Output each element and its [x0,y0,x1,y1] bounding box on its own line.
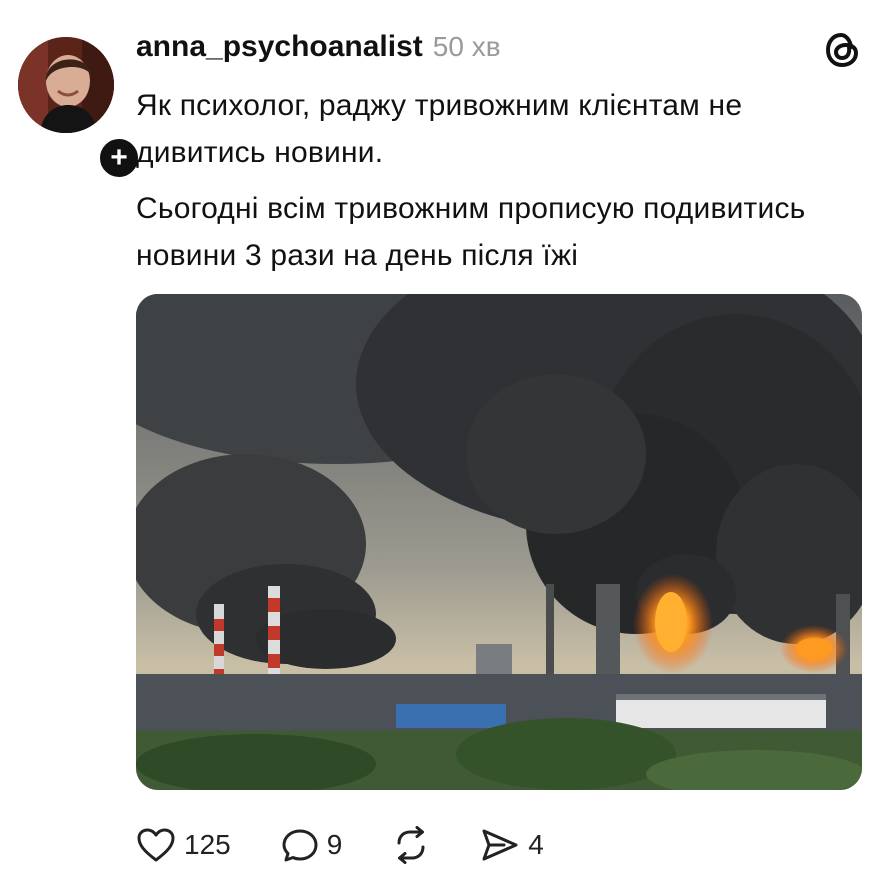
author-avatar-group[interactable]: + [18,37,142,181]
post-timestamp: 50 хв [432,31,501,62]
share-button[interactable]: 4 [480,827,544,863]
like-button[interactable]: 125 [136,827,231,863]
reply-button[interactable]: 9 [281,827,343,863]
post-image[interactable] [136,294,862,790]
repost-arrows-icon [397,826,425,864]
avatar-image [18,37,114,133]
threads-post: + anna_psychoanalist 50 хв Як психолог, … [0,0,890,879]
post-paragraph-1: Як психолог, раджу тривожним клієнтам не… [136,89,743,169]
post-header: anna_psychoanalist 50 хв [136,30,501,74]
paper-plane-icon [482,829,518,861]
username-link[interactable]: anna_psychoanalist [136,30,423,64]
speech-bubble-icon [282,829,318,862]
avatar[interactable] [18,37,114,133]
threads-logo-icon[interactable] [824,30,860,70]
reply-count: 9 [326,829,343,860]
post-actions-bar: 125 9 4 [136,820,594,870]
repost-button[interactable] [392,826,430,864]
share-count: 4 [528,829,544,860]
refinery-fire-photo [136,294,862,790]
post-paragraph-2: Сьогодні всім тривожним прописую подивит… [136,192,806,272]
heart-icon [137,828,175,862]
post-text: Як психолог, раджу тривожним клієнтам не… [136,82,866,288]
plus-icon: + [110,141,128,174]
like-count: 125 [184,829,231,860]
